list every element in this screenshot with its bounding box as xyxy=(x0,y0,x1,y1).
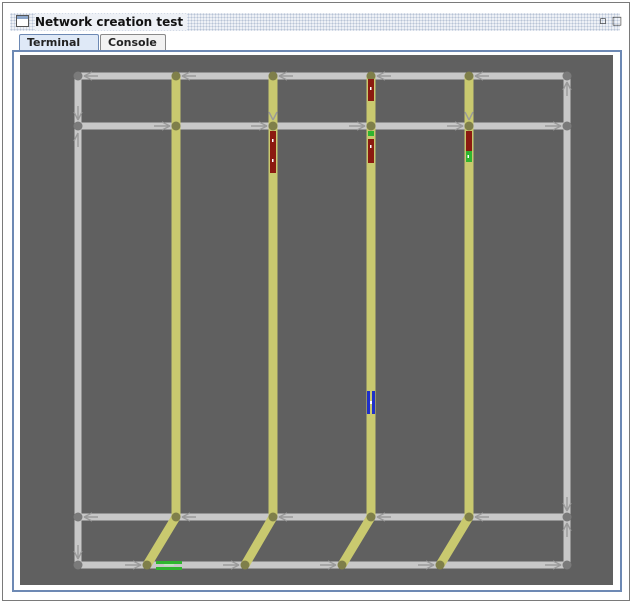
vehicle-red xyxy=(466,131,472,151)
vehicle-marker xyxy=(272,139,274,142)
node xyxy=(142,560,152,570)
vehicle-green xyxy=(156,567,182,570)
node xyxy=(73,71,83,81)
nodes xyxy=(142,71,474,570)
ramp-2 xyxy=(241,514,277,568)
ramp-3 xyxy=(338,514,375,568)
node xyxy=(562,71,572,81)
vehicle-marker xyxy=(467,155,469,158)
vehicle-marker xyxy=(370,401,372,404)
vehicle-marker xyxy=(164,564,174,566)
vehicle-red xyxy=(368,139,374,163)
window-title: Network creation test xyxy=(35,14,188,30)
node xyxy=(268,71,278,81)
tab-console[interactable]: Console xyxy=(100,34,166,50)
road-network xyxy=(74,72,571,569)
vehicle-green xyxy=(156,561,182,564)
tab-terminal-2d[interactable]: Terminal 2D xyxy=(19,34,99,64)
vehicle-marker xyxy=(370,145,372,148)
maximize-icon[interactable]: □ xyxy=(611,15,623,27)
lanes xyxy=(143,76,474,568)
ramp-1 xyxy=(143,514,180,568)
node xyxy=(171,121,181,131)
network-canvas xyxy=(73,71,572,570)
vehicle-marker xyxy=(272,159,274,162)
vehicle-green xyxy=(368,131,374,136)
node xyxy=(171,512,181,522)
corner-nodes xyxy=(73,71,572,570)
node xyxy=(268,121,278,131)
terminal-2d-view[interactable] xyxy=(20,55,613,585)
vehicle-blue xyxy=(372,391,375,414)
node xyxy=(464,512,474,522)
node xyxy=(366,121,376,131)
window-icon xyxy=(16,15,29,27)
ramp-4 xyxy=(436,514,473,568)
node xyxy=(464,71,474,81)
vehicle-marker xyxy=(370,87,372,90)
vehicles xyxy=(156,79,472,570)
node xyxy=(435,560,445,570)
node xyxy=(562,512,572,522)
direction-arrows xyxy=(73,71,572,570)
vehicle-blue xyxy=(367,391,370,414)
node xyxy=(240,560,250,570)
node xyxy=(268,512,278,522)
minimize-icon[interactable]: ▫ xyxy=(597,15,609,27)
node xyxy=(562,121,572,131)
node xyxy=(73,560,83,570)
node xyxy=(171,71,181,81)
vehicle-red xyxy=(270,131,276,173)
node xyxy=(366,512,376,522)
node xyxy=(464,121,474,131)
node xyxy=(73,512,83,522)
node xyxy=(73,121,83,131)
node xyxy=(337,560,347,570)
node xyxy=(562,560,572,570)
